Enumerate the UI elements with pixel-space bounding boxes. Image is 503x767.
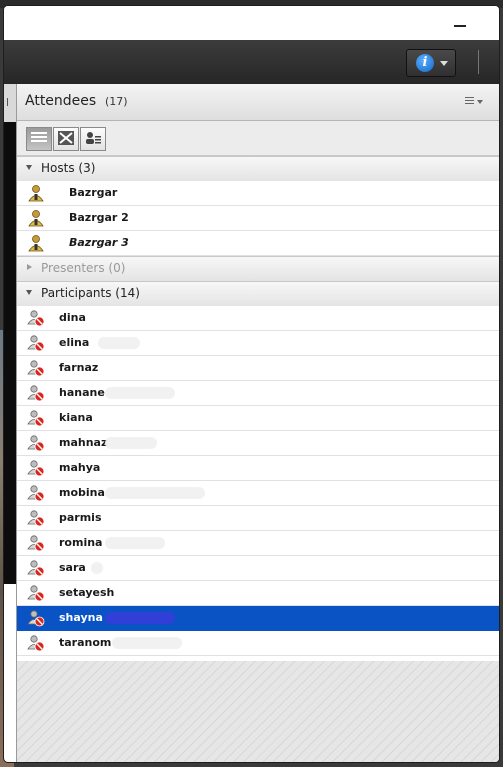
participant-name: taranom [59,636,112,649]
redacted-text [105,387,175,399]
participant-no-mic-icon [27,510,45,527]
participant-no-mic-icon [27,385,45,402]
expanded-triangle-icon [26,290,32,295]
participant-row[interactable]: mahya [17,456,499,481]
host-name: Bazrgar 2 [69,211,129,224]
participant-name: farnaz [59,361,99,374]
participant-row[interactable]: kiana [17,406,499,431]
top-toolbar: i [4,40,499,85]
host-row[interactable]: Bazrgar 2 [17,206,499,231]
participant-name: mobina [59,486,105,499]
attendees-pod: Attendees (17) Hosts (3) Bazrgar Bazrgar… [16,84,499,762]
attendee-status-view-icon [86,132,101,144]
empty-list-area [17,661,499,762]
participant-name: mahnaz [59,436,108,449]
redacted-text [105,612,175,624]
breakout-view-button[interactable] [53,127,79,151]
app-window: i Attendees (17) Hosts (3) Bazrgar Bazrg… [4,6,499,762]
host-name: Bazrgar [69,186,118,199]
participant-no-mic-icon [27,560,45,577]
group-presenters[interactable]: Presenters (0) [17,256,499,282]
participant-row[interactable]: parmis [17,506,499,531]
left-panel-tick [7,98,8,106]
redacted-text [105,537,165,549]
attendee-count: (17) [105,95,128,108]
chevron-down-icon [440,61,448,66]
participant-name: elina [59,336,90,349]
group-presenters-label: Presenters (0) [41,261,126,275]
participant-name: mahya [59,461,101,474]
group-hosts-label: Hosts (3) [41,161,96,175]
participant-name: kiana [59,411,93,424]
title-bar [4,6,499,40]
host-row[interactable]: Bazrgar [17,181,499,206]
redacted-text [91,562,103,574]
host-row[interactable]: Bazrgar 3 [17,231,499,256]
participant-row[interactable]: farnaz [17,356,499,381]
participant-row[interactable]: hanane [17,381,499,406]
participant-name: hanane [59,386,105,399]
participant-row[interactable]: romina [17,531,499,556]
info-menu-button[interactable]: i [406,49,456,77]
participant-no-mic-icon [27,360,45,377]
participant-no-mic-icon [27,460,45,477]
participant-no-mic-icon [27,485,45,502]
participant-no-mic-icon [27,310,45,327]
participant-no-mic-icon [27,435,45,452]
minimize-button[interactable] [446,14,474,36]
breakout-view-icon [58,131,74,145]
pod-title: Attendees [25,93,97,109]
info-icon: i [416,54,434,72]
participant-no-mic-icon [27,610,45,627]
participant-row[interactable]: sara [17,556,499,581]
group-participants[interactable]: Participants (14) [17,281,499,307]
participant-row[interactable]: dina [17,306,499,331]
redacted-text [98,337,140,349]
group-participants-label: Participants (14) [41,286,140,300]
participant-no-mic-icon [27,410,45,427]
menu-caret-icon [477,100,483,104]
participant-row[interactable]: setayesh [17,581,499,606]
pod-header: Attendees (17) [17,84,499,121]
host-icon [28,235,44,252]
participant-no-mic-icon [27,535,45,552]
participant-name: shayna [59,611,103,624]
redacted-text [105,487,205,499]
participant-name: romina [59,536,103,549]
left-panel-edge [4,84,16,584]
participant-row[interactable]: elina [17,331,499,356]
status-view-button[interactable] [80,127,106,151]
expanded-triangle-icon [26,165,32,170]
group-hosts[interactable]: Hosts (3) [17,156,499,182]
minimize-icon [454,25,466,27]
participant-no-mic-icon [27,335,45,352]
participant-name: dina [59,311,86,324]
host-icon [28,185,44,202]
participant-name: setayesh [59,586,115,599]
toolbar-divider [478,50,479,74]
list-view-icon [31,132,47,142]
participant-name: parmis [59,511,102,524]
host-icon [28,210,44,227]
participant-no-mic-icon [27,585,45,602]
host-name: Bazrgar 3 [69,236,129,249]
participant-row[interactable]: taranom [17,631,499,656]
participant-row[interactable]: mobina [17,481,499,506]
view-switcher-bar [17,121,499,156]
participant-no-mic-icon [27,635,45,652]
list-view-button[interactable] [26,127,52,151]
pod-options-menu-button[interactable] [465,94,483,110]
redacted-text [105,437,157,449]
participant-name: sara [59,561,86,574]
collapsed-triangle-icon [27,264,32,270]
participant-row[interactable]: shayna [17,606,499,631]
participant-row[interactable]: mahnaz [17,431,499,456]
redacted-text [112,637,182,649]
